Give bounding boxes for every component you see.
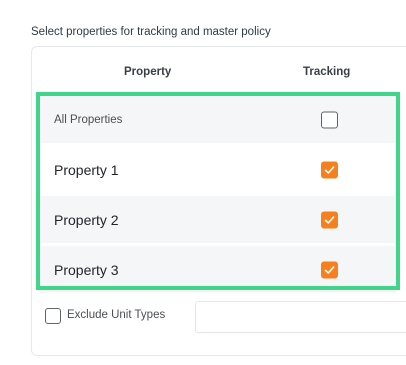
exclude-unit-types-checkbox[interactable]: [45, 308, 61, 324]
exclude-unit-types-label: Exclude Unit Types: [67, 309, 166, 321]
column-header-tracking: Tracking: [303, 66, 351, 78]
panel-title: Select properties for tracking and maste…: [31, 26, 271, 38]
unit-types-input[interactable]: [195, 301, 406, 333]
column-header-property: Property: [124, 66, 172, 78]
selection-highlight: [36, 92, 400, 290]
